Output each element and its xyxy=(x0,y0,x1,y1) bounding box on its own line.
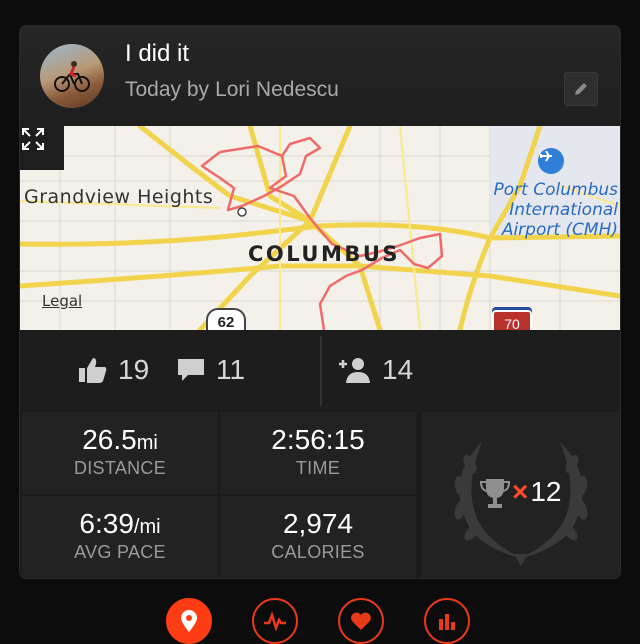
comment-icon xyxy=(178,359,204,381)
avatar[interactable] xyxy=(40,44,104,108)
subtitle-prefix: Today by xyxy=(125,78,210,101)
comments-count: 11 xyxy=(216,354,246,385)
airport-icon xyxy=(538,148,564,174)
pulse-icon xyxy=(264,611,286,631)
time-value: 2:56:15 xyxy=(271,424,365,455)
activity-subtitle: Today by Lori Nedescu xyxy=(125,78,345,102)
pace-unit: /mi xyxy=(133,516,161,538)
map-label-grandview: Grandview Heights xyxy=(24,186,214,208)
nav-pulse-button[interactable] xyxy=(252,598,298,644)
stats-grid: 26.5mi DISTANCE 2:56:15 TIME 6:39/mi AVG… xyxy=(20,410,620,578)
distance-label: DISTANCE xyxy=(73,458,167,478)
map-label-columbus: COLUMBUS xyxy=(248,242,401,266)
map-label-airport: Port Columbus International Airport (CMH… xyxy=(494,180,618,240)
trophy-count-value: 12 xyxy=(530,476,562,507)
bottom-nav xyxy=(0,592,640,644)
calories-label: CALORIES xyxy=(271,542,365,562)
stat-time: 2:56:15 TIME xyxy=(220,412,416,494)
nav-chart-button[interactable] xyxy=(424,598,470,644)
trophies-panel[interactable]: ×12 xyxy=(422,412,620,578)
stat-pace: 6:39/mi AVG PACE xyxy=(22,496,218,578)
social-bar: 19 11 14 xyxy=(20,330,620,410)
trophy-icon xyxy=(479,479,511,508)
author-name[interactable]: Lori Nedescu xyxy=(215,78,339,101)
edit-button[interactable] xyxy=(564,72,598,106)
followers-count: 14 xyxy=(382,354,414,385)
stat-calories: 2,974 CALORIES xyxy=(220,496,416,578)
calories-value: 2,974 xyxy=(282,508,354,539)
map-legal-link[interactable]: Legal xyxy=(42,292,82,310)
stat-distance: 26.5mi DISTANCE xyxy=(22,412,218,494)
add-friend-icon xyxy=(339,358,370,383)
expand-map-button[interactable] xyxy=(20,126,64,170)
map-pin-icon xyxy=(181,610,197,632)
airport-line-3: Airport (CMH) xyxy=(501,220,618,240)
expand-icon xyxy=(22,128,44,150)
distance-unit: mi xyxy=(136,432,158,454)
likes-count: 19 xyxy=(118,354,150,385)
pace-value: 6:39 xyxy=(79,508,134,539)
activity-header: I did it Today by Lori Nedescu xyxy=(20,26,620,126)
time-label: TIME xyxy=(295,458,341,478)
route-map[interactable]: Grandview Heights COLUMBUS Port Columbus… xyxy=(20,126,620,330)
airport-line-1: Port Columbus xyxy=(493,180,618,200)
trophy-count: ×12 xyxy=(512,476,562,508)
comments-button[interactable]: 11 xyxy=(176,330,245,410)
cyclist-icon xyxy=(54,61,90,92)
social-divider xyxy=(320,336,322,406)
interstate-shield: 70 xyxy=(492,310,532,330)
pencil-icon xyxy=(575,83,587,95)
likes-button[interactable]: 19 xyxy=(78,330,149,410)
nav-heart-button[interactable] xyxy=(338,598,384,644)
thumbs-up-icon xyxy=(79,358,107,383)
nav-map-button[interactable] xyxy=(166,598,212,644)
heart-icon xyxy=(351,612,371,630)
followers-button[interactable]: 14 xyxy=(338,330,413,410)
us-route-shield: 62 xyxy=(206,308,246,330)
activity-title: I did it xyxy=(125,40,190,67)
pace-label: AVG PACE xyxy=(74,542,166,562)
trophy-multiplier: × xyxy=(512,476,529,507)
distance-value: 26.5 xyxy=(82,424,137,455)
bar-chart-icon xyxy=(439,614,455,630)
activity-card: I did it Today by Lori Nedescu Grandview… xyxy=(20,26,620,578)
airport-line-2: International xyxy=(509,200,618,220)
